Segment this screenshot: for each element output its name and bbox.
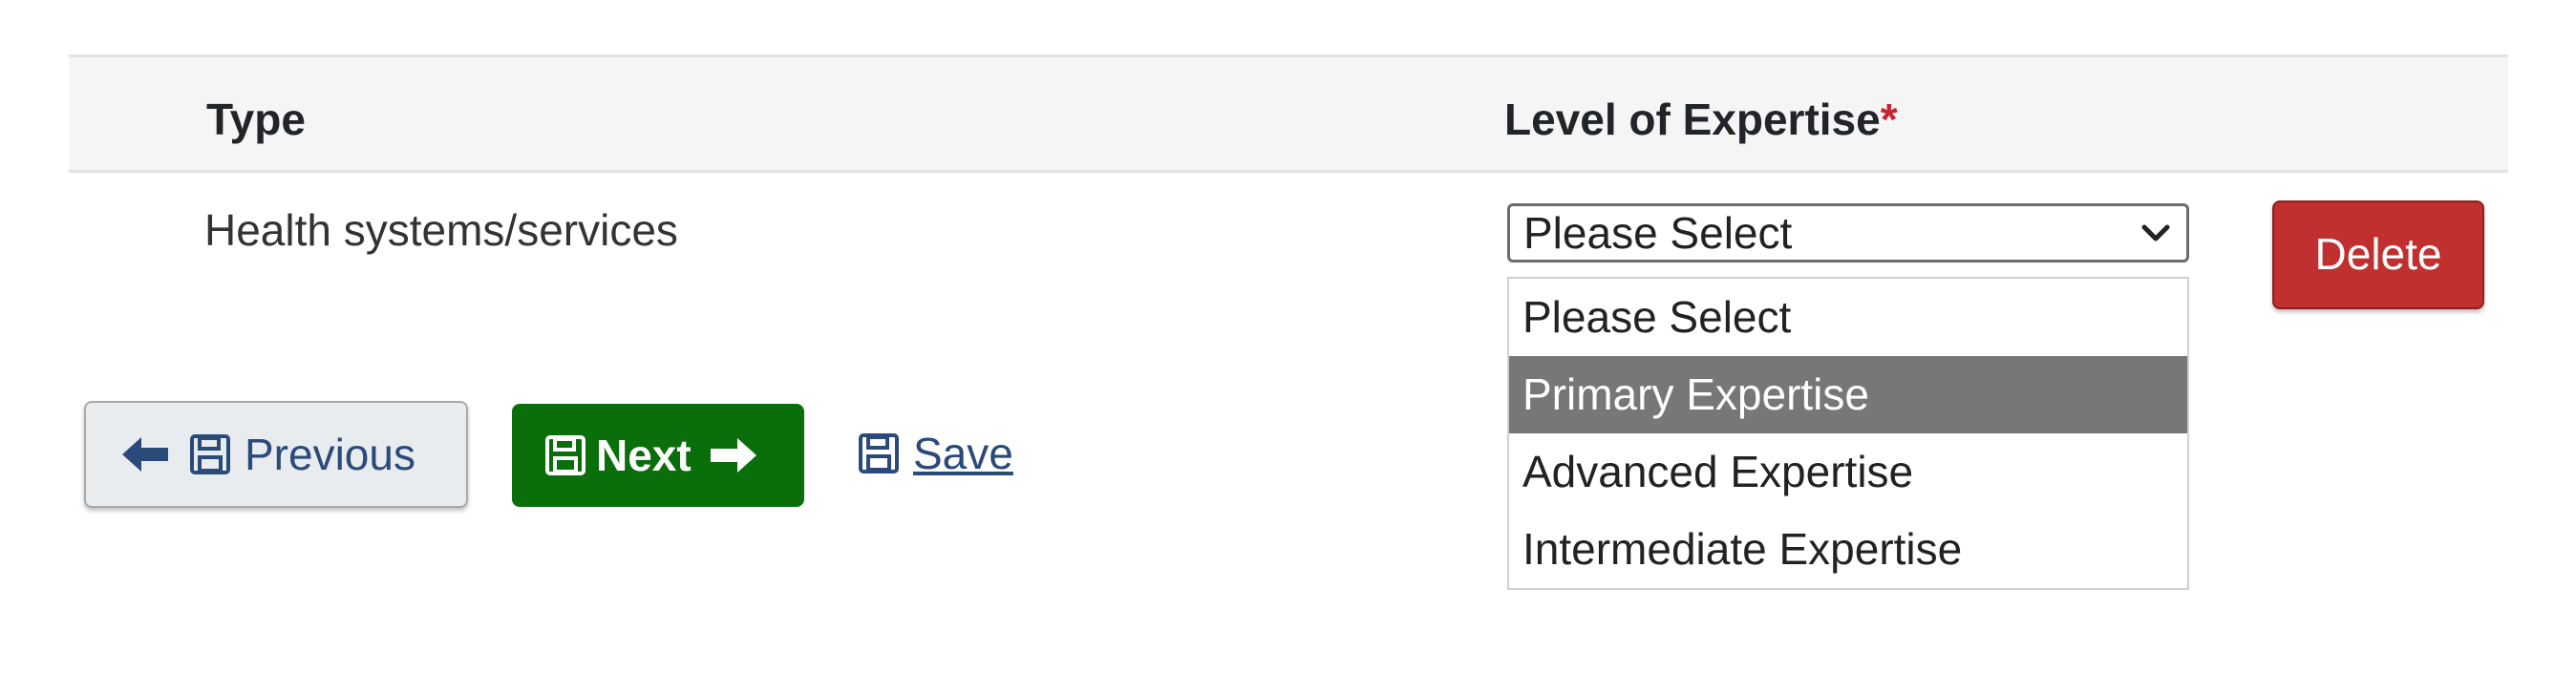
option-primary-expertise[interactable]: Primary Expertise [1509, 356, 2187, 433]
level-header-label: Level of Expertise [1504, 95, 1881, 144]
save-link[interactable]: Save [858, 420, 1013, 487]
floppy-disk-icon [189, 433, 231, 475]
chevron-down-icon [2137, 206, 2175, 260]
floppy-disk-icon [858, 432, 900, 474]
table-header-row: Type Level of Expertise* [69, 54, 2508, 173]
previous-label: Previous [245, 430, 415, 479]
select-current-value: Please Select [1523, 208, 1793, 258]
save-label: Save [913, 429, 1013, 478]
next-label: Next [596, 431, 692, 480]
option-please-select[interactable]: Please Select [1509, 279, 2187, 356]
level-of-expertise-select[interactable]: Please Select [1507, 203, 2189, 263]
level-options-listbox[interactable]: Please Select Primary Expertise Advanced… [1507, 277, 2189, 590]
arrow-left-icon [120, 433, 170, 475]
type-column-header: Type [206, 95, 306, 144]
delete-button[interactable]: Delete [2272, 200, 2484, 309]
arrow-right-icon [709, 434, 758, 476]
option-advanced-expertise[interactable]: Advanced Expertise [1509, 433, 2187, 511]
previous-button[interactable]: Previous [84, 401, 468, 508]
next-button[interactable]: Next [512, 404, 804, 507]
level-column-header: Level of Expertise* [1504, 94, 1898, 145]
type-cell-value: Health systems/services [204, 205, 678, 255]
floppy-disk-icon [544, 434, 586, 476]
option-intermediate-expertise[interactable]: Intermediate Expertise [1509, 511, 2187, 588]
required-marker: * [1880, 95, 1898, 144]
